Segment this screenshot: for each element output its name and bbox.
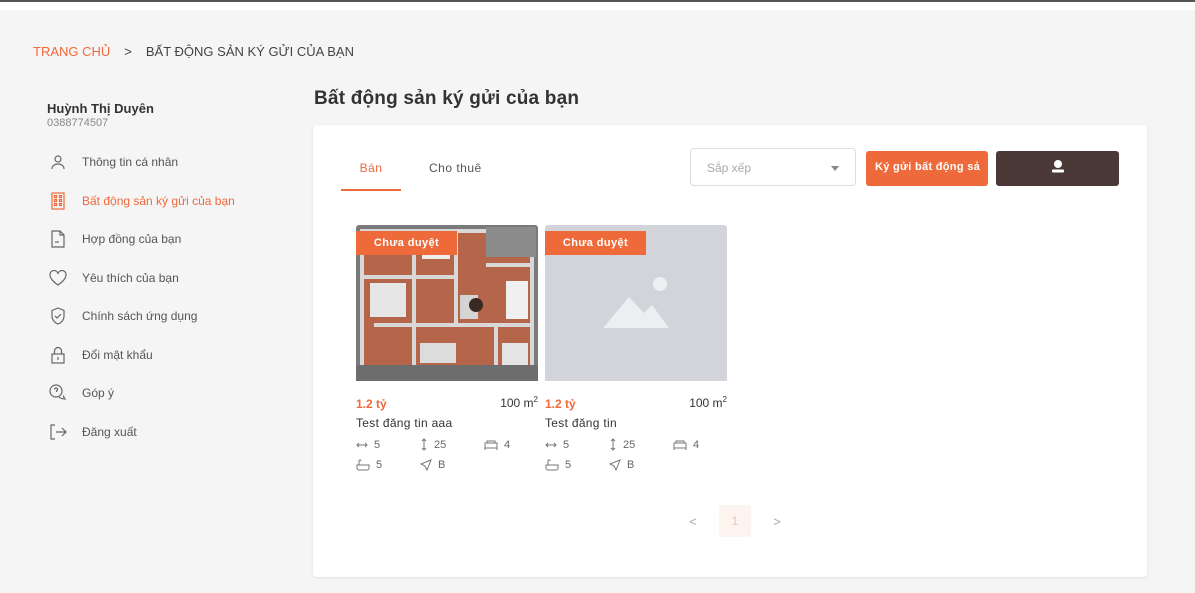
status-badge: Chưa duyệt: [356, 231, 457, 255]
profile-summary: Huỳnh Thị Duyên 0388774507: [47, 101, 154, 129]
sidebar-menu: Thông tin cá nhân Bất động sản ký gửi củ…: [48, 143, 235, 451]
bed-icon: [484, 440, 498, 450]
tab-sell[interactable]: Bán: [341, 161, 401, 191]
breadcrumb-home-link[interactable]: TRANG CHỦ: [33, 44, 110, 59]
shield-icon: [48, 306, 68, 326]
sidebar-item-label: Hợp đồng của bạn: [82, 232, 182, 247]
account-button[interactable]: [996, 151, 1119, 186]
pagination-page-1[interactable]: 1: [719, 505, 751, 537]
spec-bedrooms: 4: [673, 438, 723, 451]
sidebar-item-label: Góp ý: [82, 386, 115, 401]
length-arrows-icon: [609, 438, 617, 451]
spec-bathrooms: 5: [545, 459, 609, 471]
user-avatar-icon: [1051, 159, 1065, 178]
logout-icon: [48, 422, 68, 442]
listing-area: 100 m2: [689, 395, 727, 410]
sidebar-item-label: Yêu thích của bạn: [82, 270, 179, 285]
direction-icon: [609, 459, 621, 471]
listing-image-floorplan: Chưa duyệt: [356, 225, 538, 381]
profile-name: Huỳnh Thị Duyên: [47, 101, 154, 116]
width-arrows-icon: [356, 441, 368, 449]
lock-icon: [48, 345, 68, 365]
spec-direction: B: [420, 459, 484, 471]
listing-image-placeholder: Chưa duyệt: [545, 225, 727, 381]
building-icon: [48, 191, 68, 211]
spec-bedrooms: 4: [484, 438, 534, 451]
bathtub-icon: [356, 459, 370, 471]
sidebar-item-feedback[interactable]: Góp ý: [48, 374, 235, 413]
breadcrumb-separator: >: [124, 44, 132, 59]
listing-card[interactable]: Chưa duyệt 1.2 tỷ 100 m2 Test đăng tin 5…: [545, 225, 727, 471]
document-icon: [48, 229, 68, 249]
consign-property-button[interactable]: Ký gửi bất động sả: [866, 151, 988, 186]
listing-tabs: Bán Cho thuê: [341, 161, 482, 191]
feedback-icon: [48, 383, 68, 403]
breadcrumb: TRANG CHỦ > BẤT ĐỘNG SẢN KÝ GỬI CỦA BẠN: [33, 44, 354, 59]
listing-title: Test đăng tin aaa: [356, 416, 453, 430]
spec-length: 25: [609, 438, 673, 451]
spec-bathrooms: 5: [356, 459, 420, 471]
heart-icon: [48, 268, 68, 288]
direction-icon: [420, 459, 432, 471]
tab-rent[interactable]: Cho thuê: [429, 161, 482, 191]
pagination: < 1 >: [683, 505, 787, 537]
sidebar-item-label: Chính sách ứng dụng: [82, 309, 198, 324]
listing-price: 1.2 tỷ: [356, 397, 387, 411]
pagination-next-button[interactable]: >: [767, 514, 787, 529]
listing-price: 1.2 tỷ: [545, 397, 576, 411]
user-icon: [48, 152, 68, 172]
sidebar-item-personal-info[interactable]: Thông tin cá nhân: [48, 143, 235, 182]
sidebar-item-label: Đổi mật khẩu: [82, 347, 153, 362]
top-bar: [0, 0, 1195, 10]
width-arrows-icon: [545, 441, 557, 449]
breadcrumb-current: BẤT ĐỘNG SẢN KÝ GỬI CỦA BẠN: [145, 44, 354, 59]
spec-width: 5: [356, 438, 420, 451]
pagination-prev-button[interactable]: <: [683, 514, 703, 529]
sidebar-item-favorites[interactable]: Yêu thích của bạn: [48, 259, 235, 298]
listing-title: Test đăng tin: [545, 416, 617, 430]
listings-panel: Bán Cho thuê Sắp xếp Ký gửi bất động sả: [313, 125, 1147, 577]
sidebar-item-logout[interactable]: Đăng xuất: [48, 413, 235, 452]
sort-placeholder: Sắp xếp: [707, 161, 752, 175]
sidebar-item-label: Thông tin cá nhân: [82, 155, 179, 170]
spec-length: 25: [420, 438, 484, 451]
listing-card[interactable]: Chưa duyệt 1.2 tỷ 100 m2 Test đăng tin a…: [356, 225, 538, 471]
sort-select[interactable]: Sắp xếp: [690, 148, 856, 186]
page-title: Bất động sản ký gửi của bạn: [314, 88, 580, 109]
sidebar-item-label: Bất động sản ký gửi của bạn: [82, 193, 235, 208]
bathtub-icon: [545, 459, 559, 471]
sidebar-item-contracts[interactable]: Hợp đồng của bạn: [48, 220, 235, 259]
sidebar-item-consigned-properties[interactable]: Bất động sản ký gửi của bạn: [48, 182, 235, 221]
status-badge: Chưa duyệt: [545, 231, 646, 255]
spec-direction: B: [609, 459, 673, 471]
length-arrows-icon: [420, 438, 428, 451]
chevron-down-icon: [831, 166, 839, 171]
bed-icon: [673, 440, 687, 450]
listing-area: 100 m2: [500, 395, 538, 410]
sidebar-item-change-password[interactable]: Đổi mật khẩu: [48, 336, 235, 375]
sidebar-item-app-policy[interactable]: Chính sách ứng dụng: [48, 297, 235, 336]
profile-phone: 0388774507: [47, 117, 109, 129]
spec-width: 5: [545, 438, 609, 451]
sidebar-item-label: Đăng xuất: [82, 424, 137, 439]
